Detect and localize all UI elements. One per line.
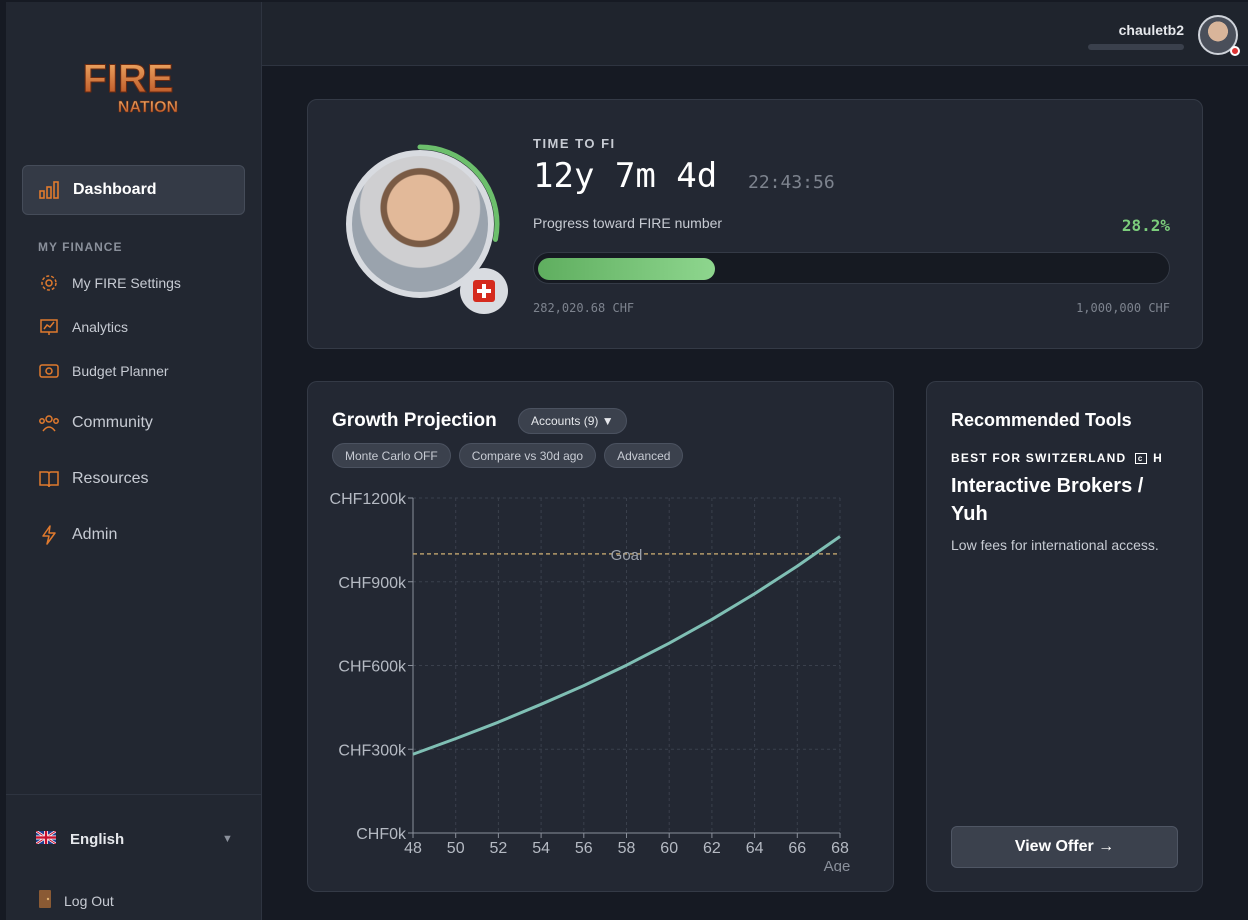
compare-30d-toggle[interactable]: Compare vs 30d ago xyxy=(458,443,597,468)
swiss-flag-icon xyxy=(473,280,495,302)
top-bar: chauletb2 xyxy=(262,2,1248,66)
tool-category-label: BEST FOR SWITZERLAND xyxy=(951,451,1127,465)
progress-percent: 28.2% xyxy=(1121,216,1170,235)
current-amount: 282,020.68 CHF xyxy=(533,301,635,315)
x-tick-label: 56 xyxy=(575,840,593,857)
svg-text:NATION: NATION xyxy=(118,99,178,116)
x-axis-label: Age xyxy=(824,858,851,872)
sidebar-item-label: My FIRE Settings xyxy=(72,275,181,291)
sidebar-item-label: Community xyxy=(72,414,153,431)
fire-progress-fill xyxy=(538,258,716,280)
book-icon xyxy=(38,468,60,490)
growth-title: Growth Projection xyxy=(332,410,497,431)
language-selector[interactable]: English xyxy=(35,829,125,848)
chart-options: Monte Carlo OFF Compare vs 30d ago Advan… xyxy=(332,443,684,468)
people-icon xyxy=(38,412,60,434)
sidebar-item-analytics[interactable]: Analytics xyxy=(38,316,128,338)
username[interactable]: chauletb2 xyxy=(1119,22,1184,38)
wallet-icon xyxy=(38,360,60,382)
copyright-icon: c xyxy=(1134,453,1147,465)
fire-nation-logo[interactable]: FIRE NATION xyxy=(58,50,198,120)
time-to-fi-card: TIME TO FI 12y 7m 4d 22:43:56 Progress t… xyxy=(307,99,1203,349)
x-tick-label: 48 xyxy=(404,840,422,857)
x-tick-label: 66 xyxy=(788,840,806,857)
countdown-clock: 22:43:56 xyxy=(748,172,835,193)
growth-projection-card: Growth Projection Accounts (9) ▼ Monte C… xyxy=(307,381,894,892)
monte-carlo-toggle[interactable]: Monte Carlo OFF xyxy=(332,443,451,468)
y-tick-label: CHF1200k xyxy=(330,491,407,508)
chevron-down-icon[interactable]: ▼ xyxy=(222,833,233,845)
x-tick-label: 58 xyxy=(618,840,636,857)
sidebar-item-label: Budget Planner xyxy=(72,363,169,379)
sidebar-footer: English ▼ Log Out xyxy=(6,794,261,920)
growth-chart: CHF0k CHF300k CHF600k CHF900k CHF1200k 48 50 52… xyxy=(330,491,851,872)
y-tick-label: CHF300k xyxy=(338,742,407,759)
x-tick-label: 52 xyxy=(490,840,508,857)
bar-chart-icon xyxy=(39,179,61,201)
tool-category-suffix: H xyxy=(1153,451,1163,465)
y-tick-label: CHF0k xyxy=(356,826,407,843)
chart-board-icon xyxy=(38,316,60,338)
sidebar-item-budget-planner[interactable]: Budget Planner xyxy=(38,360,169,382)
recommended-tools-card: Recommended Tools BEST FOR SWITZERLAND c… xyxy=(926,381,1203,892)
sidebar-item-admin[interactable]: Admin xyxy=(38,524,117,546)
sidebar-item-label: Analytics xyxy=(72,319,129,335)
uk-flag-icon xyxy=(35,829,57,848)
x-tick-label: 60 xyxy=(660,840,678,857)
view-offer-button[interactable]: View Offer → xyxy=(951,826,1178,868)
tool-description: Low fees for international access. xyxy=(951,537,1159,553)
bolt-icon xyxy=(38,524,60,546)
tools-title: Recommended Tools xyxy=(951,410,1132,430)
time-to-fi-value: 12y 7m 4d xyxy=(533,156,718,196)
sidebar: FIRE NATION Dashboard MY FINANCE My FIRE… xyxy=(6,2,262,920)
sidebar-item-community[interactable]: Community xyxy=(38,412,153,434)
section-label-my-finance: MY FINANCE xyxy=(38,240,123,254)
sidebar-item-label: Dashboard xyxy=(73,181,157,198)
sidebar-item-label: Admin xyxy=(72,526,118,543)
logout-label: Log Out xyxy=(64,892,114,909)
swiss-flag-badge xyxy=(460,268,508,314)
x-tick-label: 64 xyxy=(746,840,764,857)
logout-button[interactable]: Log Out xyxy=(38,889,114,912)
y-tick-label: CHF900k xyxy=(338,575,407,592)
x-tick-label: 54 xyxy=(532,840,550,857)
sidebar-item-resources[interactable]: Resources xyxy=(38,468,148,490)
progress-label: Progress toward FIRE number xyxy=(533,215,723,231)
door-icon xyxy=(38,889,52,912)
svg-text:FIRE: FIRE xyxy=(82,57,173,101)
user-level-bar xyxy=(1088,44,1184,50)
sidebar-item-fire-settings[interactable]: My FIRE Settings xyxy=(38,272,181,294)
y-tick-label: CHF600k xyxy=(338,659,407,676)
fire-progress-bar xyxy=(533,252,1170,284)
tool-name: Interactive Brokers / Yuh xyxy=(951,475,1144,525)
status-dot xyxy=(1230,46,1240,56)
tool-category: BEST FOR SWITZERLAND c H xyxy=(951,451,1163,465)
language-label: English xyxy=(70,831,125,848)
sidebar-item-label: Resources xyxy=(72,470,149,487)
x-tick-label: 50 xyxy=(447,840,465,857)
goal-label: Goal xyxy=(611,547,643,564)
target-amount: 1,000,000 CHF xyxy=(1076,301,1170,315)
sidebar-item-dashboard[interactable]: Dashboard xyxy=(22,165,245,215)
x-tick-label: 62 xyxy=(703,840,721,857)
x-tick-label: 68 xyxy=(831,840,849,857)
gear-icon xyxy=(38,272,60,294)
accounts-dropdown[interactable]: Accounts (9) ▼ xyxy=(518,408,627,434)
time-to-fi-label: TIME TO FI xyxy=(533,136,616,151)
advanced-toggle[interactable]: Advanced xyxy=(604,443,684,468)
